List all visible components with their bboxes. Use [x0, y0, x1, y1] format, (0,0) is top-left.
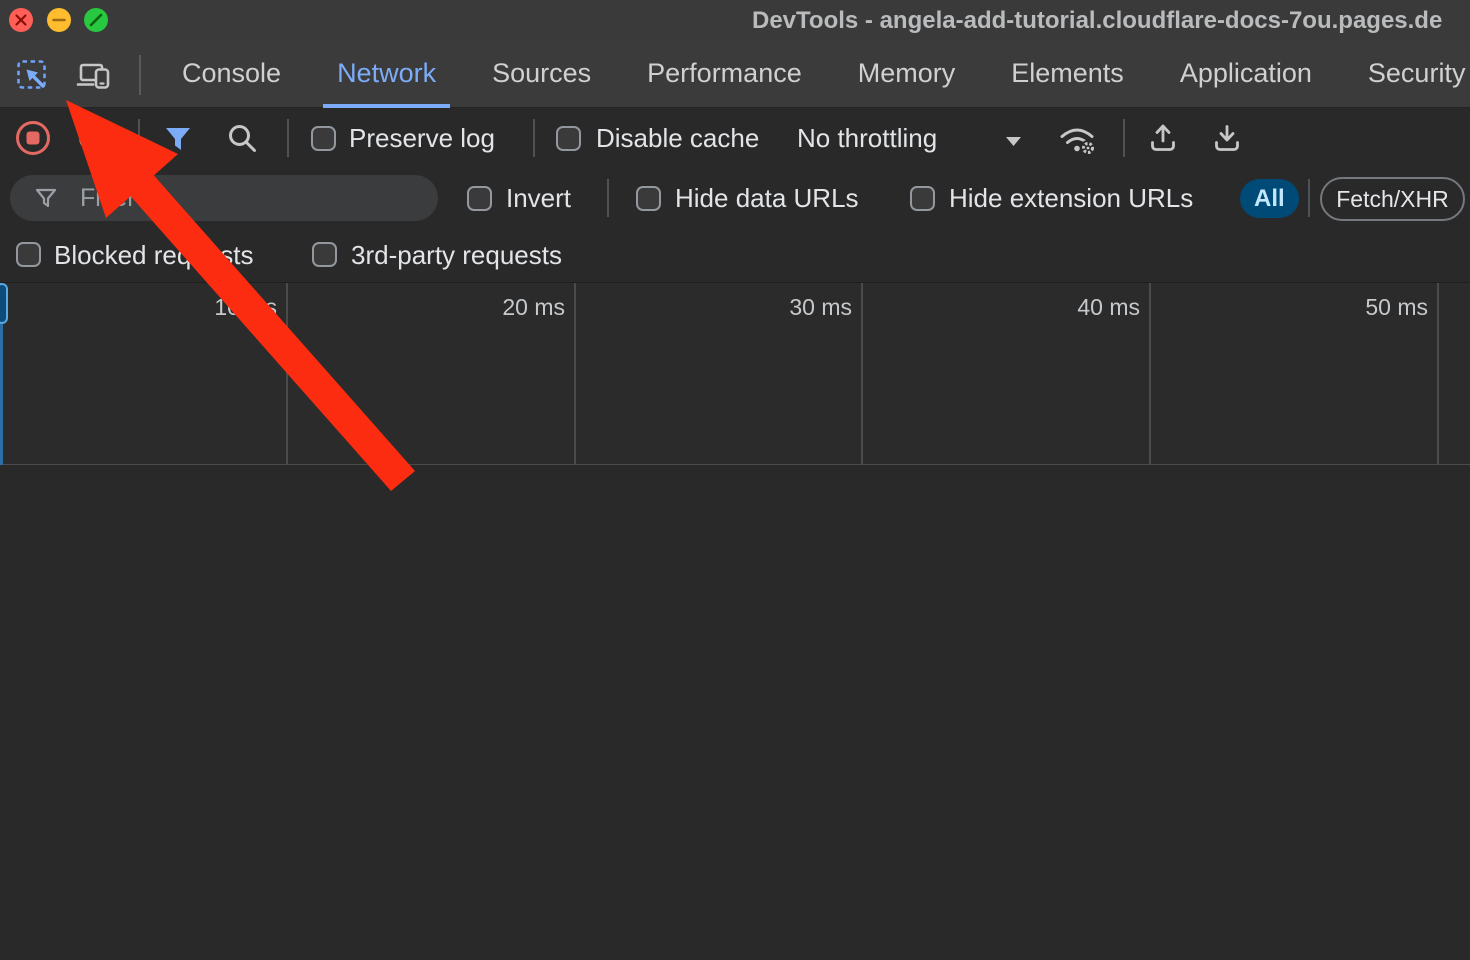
tab-performance[interactable]: Performance	[633, 42, 816, 108]
network-filter-bar: Invert Hide data URLs Hide extension URL…	[0, 168, 1470, 229]
requests-empty-panel: Recordi Perform a request	[0, 466, 1470, 960]
blocked-requests-checkbox[interactable]	[16, 242, 41, 267]
tab-elements[interactable]: Elements	[997, 42, 1138, 108]
preserve-log-checkbox[interactable]	[311, 126, 336, 151]
filter-toggle-button[interactable]	[163, 124, 193, 159]
third-party-requests-label: 3rd-party requests	[351, 240, 562, 271]
filter-funnel-icon	[163, 124, 193, 154]
close-icon	[9, 8, 33, 32]
disable-cache-checkbox[interactable]	[556, 126, 581, 151]
timeline-gridline	[861, 283, 863, 465]
tab-network[interactable]: Network	[323, 42, 450, 108]
minimize-icon	[47, 8, 71, 32]
toolbar-separator	[287, 119, 289, 157]
export-har-icon	[1210, 121, 1244, 155]
filterbar-separator	[607, 179, 609, 217]
titlebar: DevTools - angela-add-tutorial.cloudflar…	[0, 0, 1470, 42]
blocked-requests-label: Blocked requests	[54, 240, 253, 271]
chevron-down-icon	[1006, 137, 1022, 147]
filter-input-funnel-icon	[34, 186, 58, 210]
toolbar-separator	[1123, 119, 1125, 157]
network-overview-timeline[interactable]: 10 ms 20 ms 30 ms 40 ms 50 ms	[0, 283, 1470, 465]
overview-window-drag-handle[interactable]	[0, 283, 8, 324]
filter-input[interactable]	[80, 181, 420, 215]
clear-icon	[77, 122, 109, 154]
timeline-tick-label: 10 ms	[214, 294, 277, 321]
timeline-gridline	[1149, 283, 1151, 465]
tab-console[interactable]: Console	[168, 42, 295, 108]
import-har-icon	[1146, 121, 1180, 155]
timeline-tick-label: 40 ms	[1077, 294, 1140, 321]
toolbar-separator	[533, 119, 535, 157]
throttling-dropdown-button[interactable]	[1006, 134, 1022, 152]
network-conditions-button[interactable]	[1058, 121, 1098, 162]
close-window-button[interactable]	[9, 8, 33, 32]
timeline-tick-label: 30 ms	[789, 294, 852, 321]
request-type-chip-fetch-xhr[interactable]: Fetch/XHR	[1320, 177, 1465, 221]
timeline-gridline	[574, 283, 576, 465]
third-party-requests-checkbox[interactable]	[312, 242, 337, 267]
tabbar-separator	[139, 55, 141, 95]
hide-data-urls-label: Hide data URLs	[675, 183, 859, 214]
preserve-log-label: Preserve log	[349, 123, 495, 154]
timeline-gridline	[286, 283, 288, 465]
hide-data-urls-checkbox[interactable]	[636, 186, 661, 211]
tab-security[interactable]: Security	[1354, 42, 1470, 108]
stop-recording-icon	[14, 119, 52, 157]
record-network-log-button[interactable]	[14, 119, 52, 162]
devtools-window: DevTools - angela-add-tutorial.cloudflar…	[0, 0, 1470, 960]
clear-network-log-button[interactable]	[77, 122, 109, 159]
devtools-tabbar: Console Network Sources Performance Memo…	[0, 42, 1470, 108]
network-toolbar: Preserve log Disable cache No throttling	[0, 108, 1470, 168]
device-toolbar-icon	[76, 60, 114, 92]
tab-application[interactable]: Application	[1166, 42, 1326, 108]
window-title: DevTools - angela-add-tutorial.cloudflar…	[752, 7, 1442, 35]
timeline-tick-label: 50 ms	[1365, 294, 1428, 321]
disable-cache-label: Disable cache	[596, 123, 759, 154]
hide-extension-urls-checkbox[interactable]	[910, 186, 935, 211]
fullscreen-icon	[84, 8, 108, 32]
import-har-button[interactable]	[1146, 121, 1180, 160]
export-har-button[interactable]	[1210, 121, 1244, 160]
tab-sources[interactable]: Sources	[478, 42, 605, 108]
timeline-gridline	[1437, 283, 1439, 465]
hide-extension-urls-label: Hide extension URLs	[949, 183, 1193, 214]
network-conditions-wifi-icon	[1058, 121, 1098, 157]
tab-memory[interactable]: Memory	[844, 42, 970, 108]
minimize-window-button[interactable]	[47, 8, 71, 32]
request-options-bar: Blocked requests 3rd-party requests	[0, 229, 1470, 283]
search-button[interactable]	[226, 122, 260, 161]
invert-label: Invert	[506, 183, 571, 214]
throttling-select[interactable]: No throttling	[797, 123, 937, 154]
filterbar-separator	[1308, 179, 1310, 217]
zoom-window-button[interactable]	[84, 8, 108, 32]
toggle-device-toolbar-button[interactable]	[76, 57, 114, 95]
search-icon	[226, 122, 260, 156]
inspect-element-button[interactable]	[14, 57, 52, 95]
request-type-chip-all[interactable]: All	[1240, 179, 1299, 218]
panel-tabs: Console Network Sources Performance Memo…	[168, 42, 1470, 108]
toolbar-separator	[138, 119, 140, 157]
filter-input-container[interactable]	[10, 175, 438, 221]
invert-checkbox[interactable]	[467, 186, 492, 211]
inspect-cursor-icon	[16, 59, 50, 93]
timeline-tick-label: 20 ms	[502, 294, 565, 321]
